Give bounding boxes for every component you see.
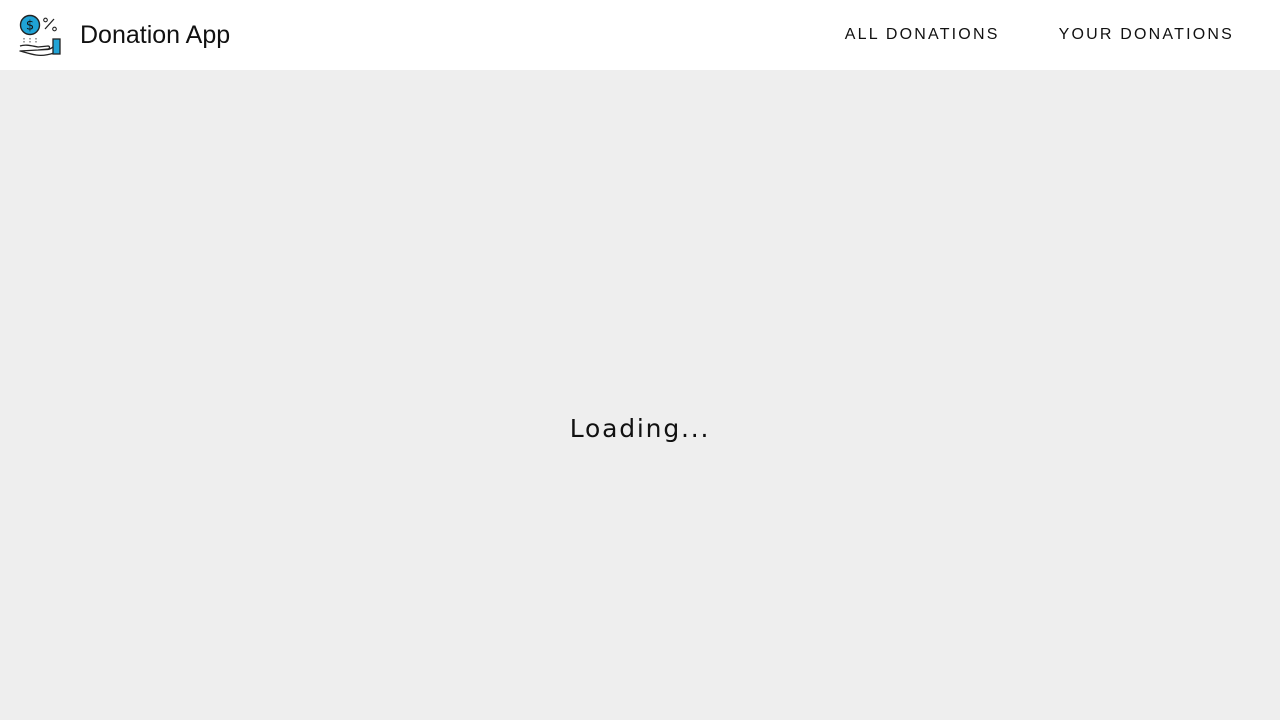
nav-all-donations[interactable]: ALL DONATIONS [845,26,1000,44]
app-header: $ Donation App ALL DONATIONS YOUR DONATI… [0,0,1280,70]
brand[interactable]: $ Donation App [18,10,230,60]
main-content: Loading... [0,70,1280,720]
main-nav: ALL DONATIONS YOUR DONATIONS [845,0,1234,70]
nav-your-donations[interactable]: YOUR DONATIONS [1059,26,1234,44]
svg-text:$: $ [26,19,34,34]
app-title: Donation App [80,20,231,49]
loading-indicator: Loading... [569,414,711,443]
hand-holding-coin-icon: $ [18,13,62,57]
